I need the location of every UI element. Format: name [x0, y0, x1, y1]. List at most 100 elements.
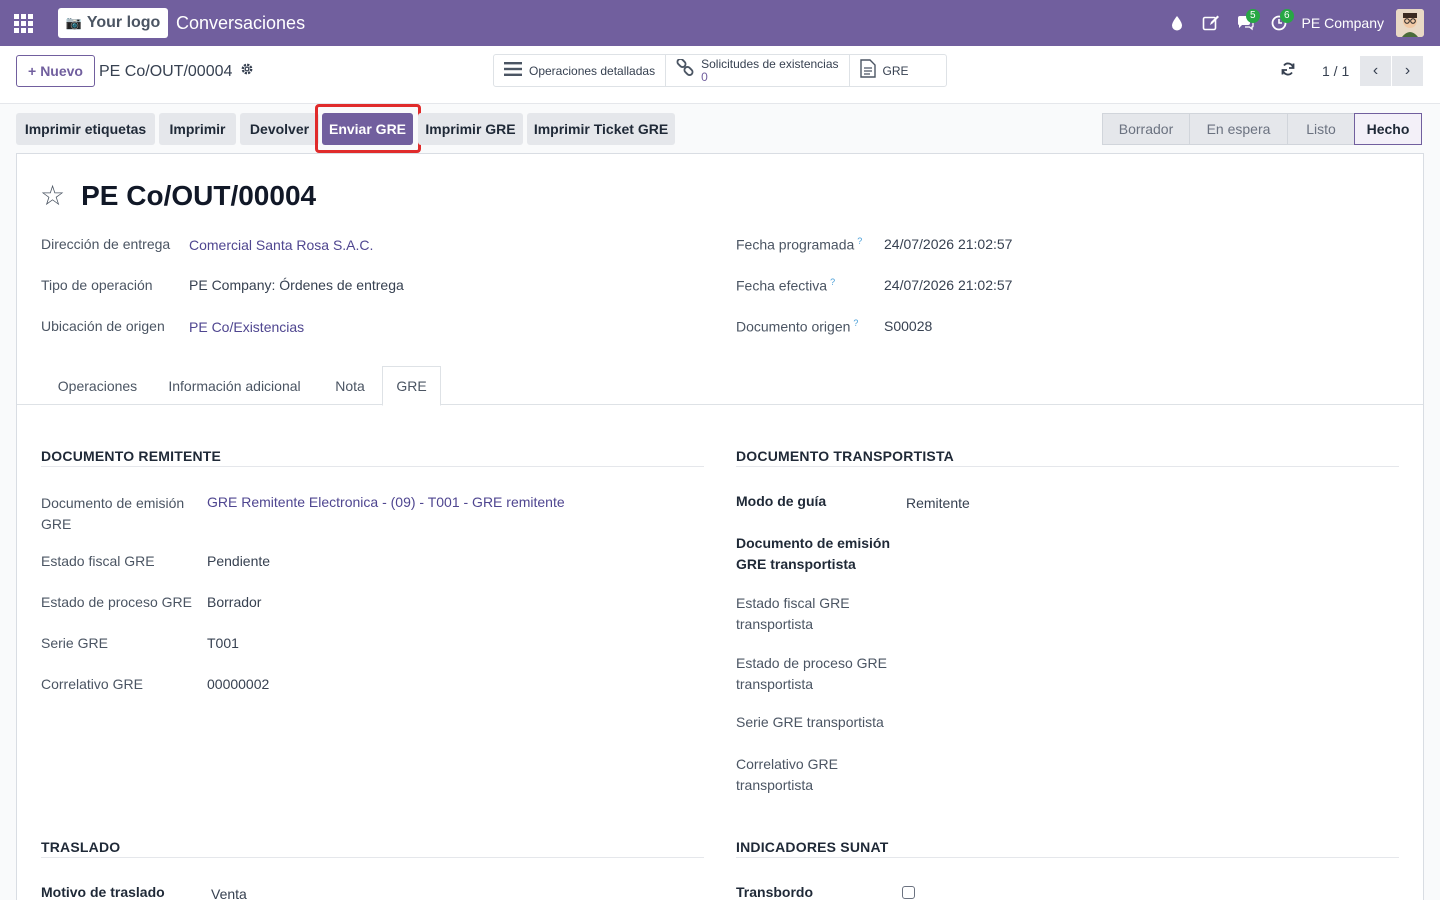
tab-note[interactable]: Nota — [319, 366, 381, 405]
effective-date-value[interactable]: 24/07/2026 21:02:57 — [884, 277, 1012, 293]
operation-type-value[interactable]: PE Company: Órdenes de entrega — [189, 277, 404, 293]
user-avatar[interactable] — [1396, 9, 1424, 37]
section-divider — [41, 857, 704, 858]
pager-value[interactable]: 1 / 1 — [1322, 63, 1349, 79]
activities-icon[interactable]: 6 — [1262, 0, 1296, 46]
origin-label: Documento origen — [736, 318, 851, 335]
help-icon[interactable]: ? — [830, 277, 835, 287]
camera-icon: 📷 — [65, 15, 82, 30]
document-icon — [859, 58, 876, 83]
section-divider — [41, 466, 704, 467]
gre-smart-button[interactable]: GRE — [850, 55, 946, 86]
apps-menu-icon[interactable] — [0, 0, 46, 46]
fiscal-state-label: Estado fiscal GRE — [41, 553, 155, 569]
detailed-operations-button[interactable]: Operaciones detalladas — [494, 55, 667, 86]
transfer-section-title: TRASLADO — [41, 839, 121, 855]
pager-next-button[interactable]: › — [1392, 56, 1423, 86]
origin-field-label: Documento origen? — [736, 318, 858, 335]
gear-icon[interactable] — [240, 62, 254, 81]
effective-date-label: Fecha efectiva — [736, 277, 828, 294]
sunat-section-title: INDICADORES SUNAT — [736, 839, 889, 855]
new-button[interactable]: + Nuevo — [16, 55, 95, 87]
help-icon[interactable]: ? — [857, 236, 862, 246]
emission-doc-link[interactable]: GRE Remitente Electronica - (09) - T001 … — [207, 494, 565, 510]
carrier-correlative-label: Correlativo GRE transportista — [736, 756, 838, 793]
chevron-right-icon: › — [1404, 62, 1411, 79]
correlative-value[interactable]: 00000002 — [207, 676, 269, 692]
top-navbar: 📷 Your logo Conversaciones 5 6 PE Compan… — [0, 0, 1440, 46]
app-title[interactable]: Conversaciones — [176, 13, 305, 34]
scheduled-date-field-label: Fecha programada? — [736, 236, 862, 253]
operation-type-label: Tipo de operación — [41, 277, 153, 293]
emission-doc-label: Documento de emisión GRE — [41, 495, 185, 532]
breadcrumb-record: PE Co/OUT/00004 — [99, 62, 233, 80]
series-value[interactable]: T001 — [207, 635, 239, 651]
status-bar: Borrador En espera Listo Hecho — [1102, 113, 1422, 145]
star-icon[interactable]: ☆ — [40, 182, 65, 210]
carrier-process-label: Estado de proceso GRE transportista — [736, 655, 887, 692]
smart-buttons: Operaciones detalladas Solicitudes de ex… — [493, 54, 947, 87]
logo-text: Your logo — [86, 14, 161, 31]
form-sheet — [16, 153, 1424, 900]
guide-mode-value[interactable]: Remitente — [906, 495, 970, 511]
breadcrumb: PE Co/OUT/00004 — [99, 62, 254, 81]
control-panel: + Nuevo PE Co/OUT/00004 Operaciones deta… — [0, 46, 1440, 104]
link-icon — [676, 58, 694, 82]
edit-icon[interactable] — [1194, 0, 1228, 46]
stock-requests-count: 0 — [701, 69, 708, 84]
delivery-address-label: Dirección de entrega — [41, 236, 171, 252]
scheduled-date-value[interactable]: 24/07/2026 21:02:57 — [884, 236, 1012, 252]
process-state-value[interactable]: Borrador — [207, 594, 261, 610]
list-icon — [504, 60, 522, 81]
carrier-section-title: DOCUMENTO TRANSPORTISTA — [736, 448, 954, 464]
plus-icon: + — [28, 63, 37, 79]
status-done[interactable]: Hecho — [1354, 113, 1422, 145]
carrier-series-label: Serie GRE transportista — [736, 714, 884, 730]
print-ticket-gre-button[interactable]: Imprimir Ticket GRE — [527, 113, 675, 145]
carrier-fiscal-label: Estado fiscal GRE transportista — [736, 595, 850, 632]
carrier-doc-label: Documento de emisión GRE transportista — [736, 535, 891, 572]
status-draft[interactable]: Borrador — [1102, 113, 1190, 145]
record-title: PE Co/OUT/00004 — [81, 180, 317, 211]
highlight-box — [315, 104, 421, 153]
section-divider — [736, 466, 1399, 467]
print-labels-button[interactable]: Imprimir etiquetas — [16, 113, 155, 145]
refresh-icon[interactable] — [1281, 62, 1295, 81]
status-ready[interactable]: Listo — [1287, 113, 1355, 145]
gre-smart-label: GRE — [882, 63, 909, 78]
transfer-reason-label: Motivo de traslado — [41, 884, 165, 900]
messages-badge: 5 — [1245, 9, 1260, 23]
notebook-tabs: Operaciones Información adicional Nota G… — [17, 366, 1423, 406]
drop-icon[interactable] — [1160, 0, 1194, 46]
delivery-address-link[interactable]: Comercial Santa Rosa S.A.C. — [189, 237, 373, 253]
process-state-label: Estado de proceso GRE — [41, 594, 192, 610]
pager-previous-button[interactable]: ‹ — [1360, 56, 1391, 86]
transshipment-checkbox[interactable] — [902, 886, 915, 899]
new-button-label: Nuevo — [40, 63, 83, 79]
origin-value[interactable]: S00028 — [884, 318, 932, 334]
status-waiting[interactable]: En espera — [1189, 113, 1288, 145]
stock-requests-button[interactable]: Solicitudes de existencias 0 — [666, 55, 850, 86]
effective-date-field-label: Fecha efectiva? — [736, 277, 835, 294]
company-logo[interactable]: 📷 Your logo — [58, 8, 168, 38]
sender-section-title: DOCUMENTO REMITENTE — [41, 448, 222, 464]
help-icon[interactable]: ? — [853, 318, 858, 328]
guide-mode-label: Modo de guía — [736, 493, 827, 509]
tab-additional-info[interactable]: Información adicional — [157, 366, 312, 405]
tab-gre[interactable]: GRE — [382, 366, 441, 406]
messages-icon[interactable]: 5 — [1228, 0, 1262, 46]
detailed-operations-label: Operaciones detalladas — [529, 63, 656, 78]
return-button[interactable]: Devolver — [240, 113, 319, 145]
source-location-link[interactable]: PE Co/Existencias — [189, 319, 304, 335]
transshipment-label: Transbordo — [736, 884, 814, 900]
chevron-left-icon: ‹ — [1372, 62, 1379, 79]
section-divider — [736, 857, 1399, 858]
transfer-reason-value[interactable]: Venta — [211, 886, 247, 900]
print-button[interactable]: Imprimir — [159, 113, 236, 145]
company-switcher[interactable]: PE Company — [1302, 15, 1384, 31]
tab-operations[interactable]: Operaciones — [42, 366, 153, 405]
fiscal-state-value[interactable]: Pendiente — [207, 553, 270, 569]
print-gre-button[interactable]: Imprimir GRE — [418, 113, 523, 145]
activities-badge: 6 — [1279, 9, 1294, 23]
series-label: Serie GRE — [41, 635, 108, 651]
